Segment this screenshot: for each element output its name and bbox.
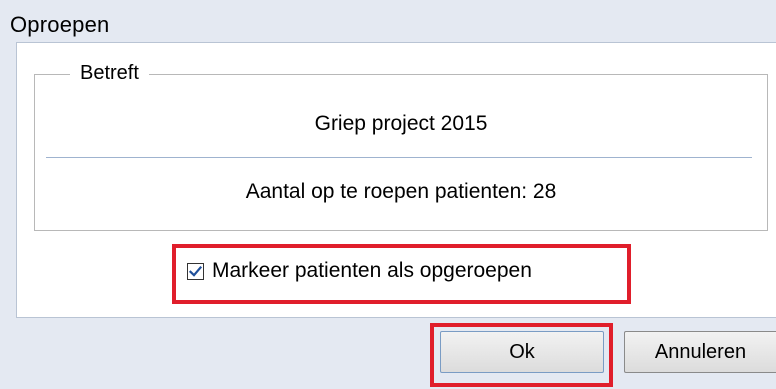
project-name: Griep project 2015 — [314, 112, 488, 135]
checkmark-icon — [188, 265, 203, 277]
patient-count: Aantal op te roepen patienten: 28 — [245, 180, 557, 203]
group-legend: Betreft — [70, 62, 149, 85]
oproepen-dialog: Oproepen Betreft Griep project 2015 Aant… — [0, 0, 776, 389]
mark-called-label: Markeer patienten als opgeroepen — [212, 259, 532, 282]
mark-called-checkbox[interactable] — [187, 262, 204, 280]
ok-button[interactable]: Ok — [440, 331, 604, 373]
dialog-title: Oproepen — [10, 12, 110, 37]
mark-called-checkbox-row[interactable]: Markeer patienten als opgeroepen — [187, 259, 532, 283]
cancel-button[interactable]: Annuleren — [624, 331, 776, 373]
separator — [46, 157, 752, 158]
betreft-group — [34, 74, 768, 231]
